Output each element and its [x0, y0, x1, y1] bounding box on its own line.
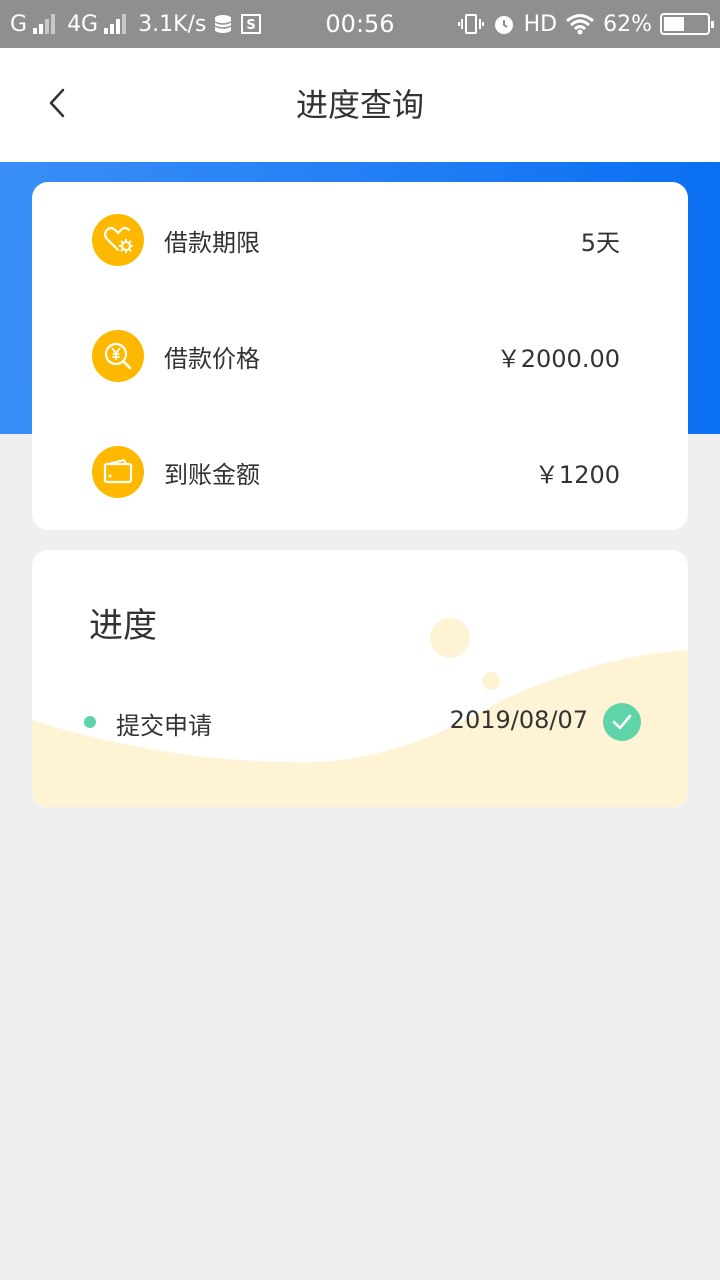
hd-label: HD — [523, 11, 558, 37]
battery-icon — [660, 13, 714, 35]
check-circle-icon — [603, 703, 641, 741]
wallet-icon — [92, 446, 144, 498]
loan-term-value: 5天 — [580, 228, 620, 257]
app-header: 进度查询 — [0, 48, 720, 162]
step-label: 提交申请 — [116, 712, 212, 740]
received-amount-value: ￥1200 — [534, 460, 620, 489]
heart-gear-icon — [92, 214, 144, 266]
received-amount-label: 到账金额 — [164, 460, 260, 489]
loan-price-row: 借款价格 ￥2000.00 — [32, 298, 688, 414]
progress-card: 进度 提交申请 2019/08/07 — [32, 550, 688, 807]
step-date: 2019/08/07 — [449, 706, 588, 734]
loan-price-value: ￥2000.00 — [496, 344, 620, 373]
alarm-icon — [492, 12, 516, 36]
yuan-search-icon — [92, 330, 144, 382]
received-amount-row: 到账金额 ￥1200 — [32, 414, 688, 530]
status-bar: G 4G 3.1K/s S 00:56 HD 62% — [0, 0, 720, 48]
page-title: 进度查询 — [295, 86, 424, 124]
vibrate-icon — [457, 12, 484, 36]
loan-term-row: 借款期限 5天 — [32, 182, 688, 298]
step-status-dot — [84, 716, 96, 728]
loan-info-card: 借款期限 5天 借款价格 ￥2000.00 到账金额 ￥1200 — [32, 182, 688, 530]
battery-percent: 62% — [603, 11, 652, 37]
loan-price-label: 借款价格 — [164, 344, 260, 373]
progress-title: 进度 — [89, 606, 157, 646]
loan-term-label: 借款期限 — [164, 228, 260, 257]
wifi-icon — [565, 13, 595, 35]
wave-decoration — [32, 618, 688, 807]
